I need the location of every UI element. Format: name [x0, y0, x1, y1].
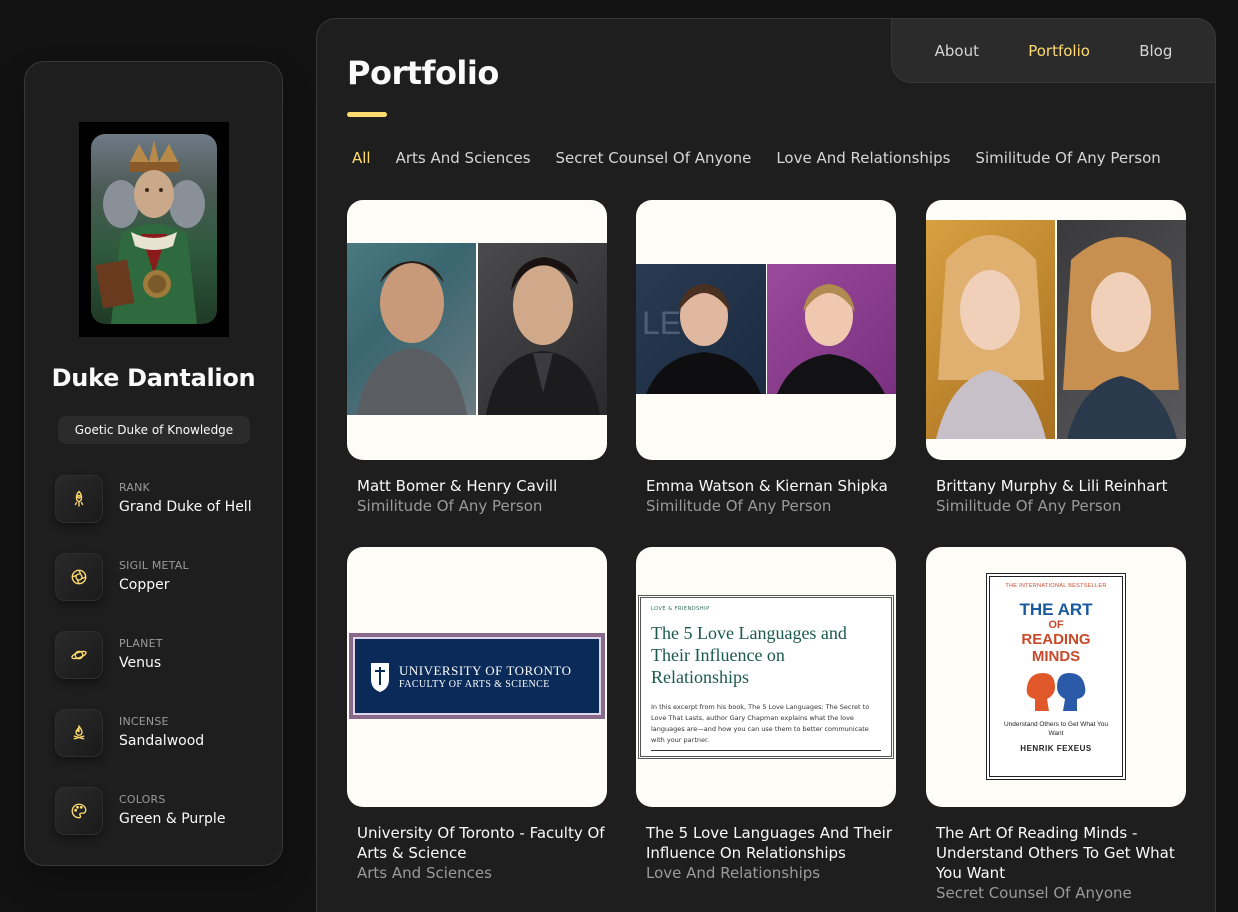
project-title: The 5 Love Languages And Their Influence… — [646, 824, 893, 862]
book-title-line: READING — [1021, 631, 1091, 648]
info-planet: PLANET Venus — [55, 631, 255, 679]
info-label: INCENSE — [119, 715, 169, 728]
project-title: The Art Of Reading Minds - Understand Ot… — [936, 824, 1175, 882]
info-sigil-metal: SIGIL METAL Copper — [55, 553, 255, 601]
project-title: Matt Bomer & Henry Cavill — [357, 477, 558, 495]
project-title: Brittany Murphy & Lili Reinhart — [936, 477, 1168, 495]
info-incense: INCENSE Sandalwood — [55, 709, 255, 757]
main-panel: About Portfolio Blog Portfolio All Arts … — [316, 18, 1216, 912]
portrait-photo — [347, 243, 476, 415]
book-author: HENRIK FEXEUS — [1020, 744, 1092, 753]
book-tagline: THE INTERNATIONAL BESTSELLER — [1005, 583, 1107, 589]
info-value: Copper — [119, 577, 170, 593]
project-image[interactable]: LE — [636, 200, 896, 460]
project-item[interactable]: UNIVERSITY OF TORONTO FACULTY OF ARTS & … — [347, 547, 607, 884]
book-subtitle: Understand Others to Get What You Want — [1003, 721, 1109, 737]
portrait-photo — [478, 243, 607, 415]
project-image[interactable]: THE INTERNATIONAL BESTSELLER THE ART OF … — [926, 547, 1186, 807]
heads-illustration — [1026, 673, 1086, 711]
avatar — [79, 122, 229, 337]
project-title: University Of Toronto - Faculty Of Arts … — [357, 824, 605, 862]
title-underline — [347, 112, 387, 117]
info-colors: COLORS Green & Purple — [55, 787, 255, 835]
nav-blog[interactable]: Blog — [1139, 42, 1172, 60]
project-image[interactable]: LOVE & FRIENDSHIP The 5 Love Languages a… — [636, 547, 896, 807]
article-body: In this excerpt from his book, The 5 Lov… — [651, 702, 881, 751]
info-value: Grand Duke of Hell — [119, 499, 252, 515]
info-value: Venus — [119, 655, 162, 671]
article-kicker: LOVE & FRIENDSHIP — [651, 606, 710, 612]
info-label: SIGIL METAL — [119, 559, 189, 572]
project-category: Similitude Of Any Person — [936, 497, 1122, 515]
page-title: Portfolio — [347, 54, 499, 92]
info-label: PLANET — [119, 637, 163, 650]
palette-icon — [55, 787, 103, 835]
project-title: Emma Watson & Kiernan Shipka — [646, 477, 888, 495]
project-category: Similitude Of Any Person — [357, 497, 543, 515]
filter-secret-counsel[interactable]: Secret Counsel Of Anyone — [556, 149, 752, 167]
book-title-line: THE ART — [1019, 600, 1093, 619]
book-title-line: OF — [1048, 619, 1064, 631]
project-image[interactable] — [926, 200, 1186, 460]
filter-list: All Arts And Sciences Secret Counsel Of … — [352, 149, 1161, 167]
article-headline: The 5 Love Languages and Their Influence… — [651, 623, 847, 687]
aperture-icon — [55, 553, 103, 601]
planet-icon — [55, 631, 103, 679]
article-preview: LOVE & FRIENDSHIP The 5 Love Languages a… — [638, 595, 894, 759]
portrait-photo — [1057, 220, 1186, 439]
info-label: RANK — [119, 481, 150, 494]
book-title-line: MINDS — [1031, 648, 1081, 665]
project-category: Secret Counsel Of Anyone — [936, 884, 1132, 902]
sidebar: Duke Dantalion Goetic Duke of Knowledge … — [24, 61, 283, 866]
portrait-photo: LE — [636, 264, 766, 394]
crest-icon — [371, 663, 389, 692]
navbar: About Portfolio Blog — [891, 18, 1216, 83]
portrait-photo — [926, 220, 1055, 439]
project-item[interactable]: LE Emma Watson & Kiernan Shipka Similitu… — [636, 200, 896, 517]
project-item[interactable]: Matt Bomer & Henry Cavill Similitude Of … — [347, 200, 607, 517]
project-category: Arts And Sciences — [357, 864, 492, 882]
project-item[interactable]: THE INTERNATIONAL BESTSELLER THE ART OF … — [926, 547, 1186, 904]
svg-text:LE: LE — [642, 305, 681, 341]
nav-about[interactable]: About — [935, 42, 979, 60]
filter-similitude[interactable]: Similitude Of Any Person — [975, 149, 1160, 167]
info-rank: RANK Grand Duke of Hell — [55, 475, 255, 523]
uoft-name: UNIVERSITY OF TORONTO — [399, 662, 572, 678]
info-value: Green & Purple — [119, 811, 226, 827]
filter-love-and-relationships[interactable]: Love And Relationships — [776, 149, 950, 167]
bonfire-icon — [55, 709, 103, 757]
project-image[interactable]: UNIVERSITY OF TORONTO FACULTY OF ARTS & … — [347, 547, 607, 807]
filter-all[interactable]: All — [352, 149, 371, 167]
profile-name: Duke Dantalion — [51, 364, 256, 392]
avatar-image — [91, 134, 217, 324]
uoft-faculty: FACULTY OF ARTS & SCIENCE — [399, 678, 550, 690]
project-item[interactable]: LOVE & FRIENDSHIP The 5 Love Languages a… — [636, 547, 896, 884]
portrait-photo — [767, 264, 896, 394]
filter-arts-and-sciences[interactable]: Arts And Sciences — [396, 149, 531, 167]
project-category: Love And Relationships — [646, 864, 821, 882]
project-category: Similitude Of Any Person — [646, 497, 832, 515]
uoft-banner: UNIVERSITY OF TORONTO FACULTY OF ARTS & … — [349, 633, 605, 719]
rocket-icon — [55, 475, 103, 523]
project-image[interactable] — [347, 200, 607, 460]
info-label: COLORS — [119, 793, 166, 806]
info-value: Sandalwood — [119, 733, 205, 749]
nav-portfolio[interactable]: Portfolio — [1028, 42, 1090, 60]
project-item[interactable]: Brittany Murphy & Lili Reinhart Similitu… — [926, 200, 1186, 517]
profile-title-badge: Goetic Duke of Knowledge — [58, 416, 250, 444]
book-cover: THE INTERNATIONAL BESTSELLER THE ART OF … — [986, 573, 1126, 780]
